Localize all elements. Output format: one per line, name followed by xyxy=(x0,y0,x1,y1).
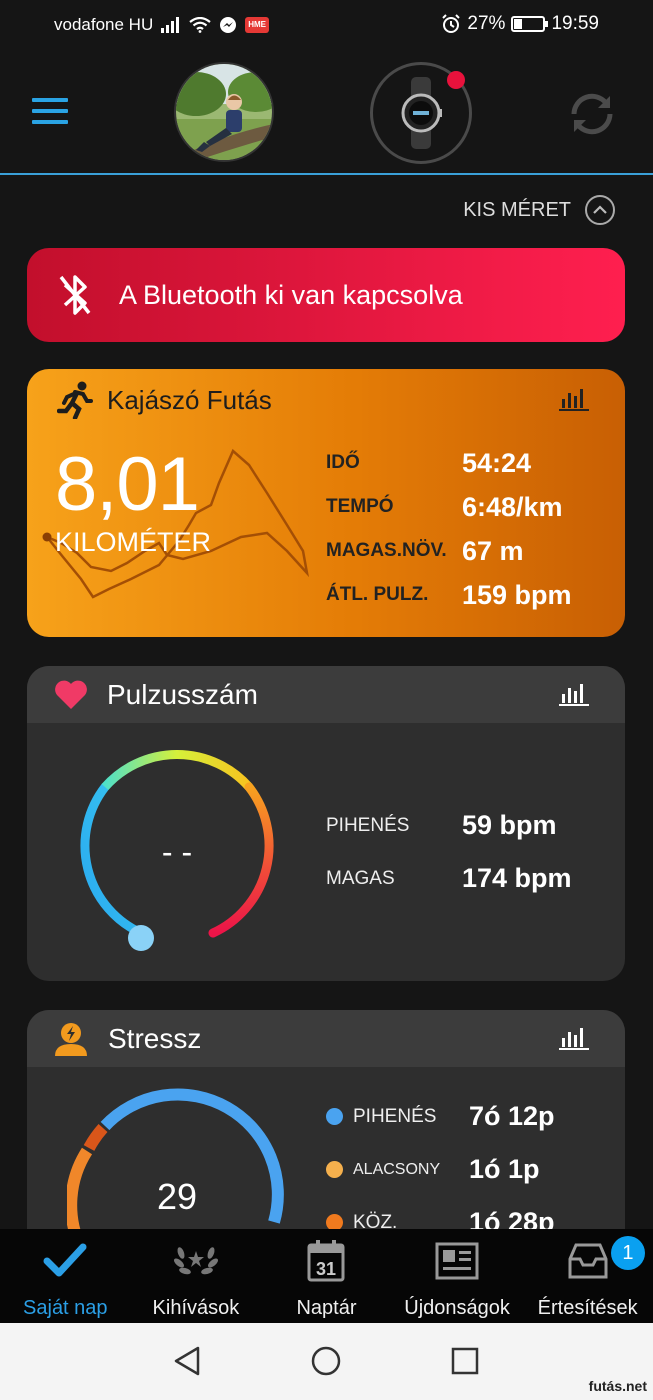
stat-label: IDŐ xyxy=(326,452,360,473)
nav-label: Újdonságok xyxy=(404,1297,510,1319)
nav-news[interactable]: Újdonságok xyxy=(392,1229,523,1323)
app-header xyxy=(0,50,653,175)
stress-value: 29 xyxy=(156,1176,198,1217)
inbox-icon xyxy=(566,1239,610,1283)
nav-label: Naptár xyxy=(296,1297,357,1319)
stat-value: 67 m xyxy=(462,535,524,566)
avatar[interactable] xyxy=(174,62,274,162)
stat-label: MAGAS.NÖV. xyxy=(326,540,447,561)
bluetooth-off-banner[interactable]: A Bluetooth ki van kapcsolva xyxy=(27,248,625,342)
card-size-toggle[interactable]: KIS MÉRET xyxy=(463,195,615,225)
nav-label: Saját nap xyxy=(23,1297,108,1319)
stat-value: 7ó 12p xyxy=(469,1101,555,1131)
status-bar-right: 27% 19:59 xyxy=(441,13,599,35)
activity-title: Kajászó Futás xyxy=(107,384,272,415)
heart-icon xyxy=(55,680,87,709)
activity-stats: IDŐ 54:24 TEMPÓ 6:48/km MAGAS.NÖV. 67 m ÁTL… xyxy=(326,441,572,617)
stat-value: 1ó 1p xyxy=(469,1154,540,1184)
stat-label: PIHENÉS xyxy=(326,814,410,836)
bottom-navigation: Saját nap Kihívások 31 Naptár Újdonságok… xyxy=(0,1229,653,1323)
watch-status-dot xyxy=(447,71,465,89)
watch-icon[interactable] xyxy=(370,62,472,164)
home-icon[interactable] xyxy=(310,1345,342,1377)
status-bar: vodafone HU HME 27% 19:59 xyxy=(0,0,653,50)
distance-value: 8,01 xyxy=(55,442,200,527)
battery-fill xyxy=(514,19,522,29)
system-nav-bar: futás.net xyxy=(0,1323,653,1400)
running-icon xyxy=(57,381,93,419)
bar-chart-icon[interactable] xyxy=(559,1026,589,1050)
app-screen: vodafone HU HME 27% 19:59 KIS MÉRET A Bl… xyxy=(0,0,653,1400)
stat-value: 54:24 xyxy=(462,447,532,478)
recents-icon[interactable] xyxy=(450,1345,480,1377)
checkmark-icon xyxy=(43,1239,87,1283)
hamburger-icon[interactable] xyxy=(32,98,68,126)
profile-photo xyxy=(176,64,272,160)
legend-dot xyxy=(326,1161,343,1178)
heart-rate-card[interactable]: Pulzusszám - - PIHENÉS 59 bpm MAGAS 174 … xyxy=(27,666,625,981)
back-icon[interactable] xyxy=(172,1345,202,1377)
battery-icon xyxy=(511,16,549,32)
stress-stats: PIHENÉS 7ó 12p ALACSONY 1ó 1p KÖZ. 1ó 28p xyxy=(326,1090,555,1249)
nav-my-day[interactable]: Saját nap xyxy=(0,1229,131,1323)
stat-row-elevation: MAGAS.NÖV. 67 m xyxy=(326,529,572,573)
stat-row-high: MAGAS 174 bpm xyxy=(326,852,572,905)
heart-rate-header: Pulzusszám xyxy=(27,666,625,723)
bluetooth-off-icon xyxy=(59,275,91,315)
nav-label: Értesítések xyxy=(537,1297,638,1319)
chevron-up-icon xyxy=(585,195,615,225)
stat-row-avg-hr: ÁTL. PULZ. 159 bpm xyxy=(326,573,572,617)
clock: 19:59 xyxy=(551,13,599,34)
laurel-icon xyxy=(173,1239,219,1283)
stress-icon xyxy=(55,1022,87,1056)
legend-dot xyxy=(326,1108,343,1125)
card-size-label: KIS MÉRET xyxy=(463,198,571,221)
signal-icon xyxy=(161,17,180,33)
stat-label: ALACSONY xyxy=(353,1160,441,1178)
wifi-icon xyxy=(189,17,211,33)
stat-row-time: IDŐ 54:24 xyxy=(326,441,572,485)
stat-row-resting: PIHENÉS 59 bpm xyxy=(326,799,572,852)
stat-label: TEMPÓ xyxy=(326,496,394,517)
stat-row-pace: TEMPÓ 6:48/km xyxy=(326,485,572,529)
activity-header: Kajászó Futás xyxy=(57,381,272,419)
heart-rate-stats: PIHENÉS 59 bpm MAGAS 174 bpm xyxy=(326,799,572,905)
calendar-icon: 31 xyxy=(306,1239,346,1283)
messenger-icon xyxy=(220,17,237,33)
activity-card[interactable]: Kajászó Futás 8,01 KILOMÉTER IDŐ 54:24 TE… xyxy=(27,369,625,637)
sync-icon[interactable] xyxy=(566,88,618,140)
newspaper-icon xyxy=(435,1239,479,1283)
stat-row-rest: PIHENÉS 7ó 12p xyxy=(326,1090,555,1143)
nav-notifications[interactable]: Értesítések 1 xyxy=(522,1229,653,1323)
watermark: futás.net xyxy=(588,1378,647,1394)
stat-label: PIHENÉS xyxy=(353,1105,437,1127)
bar-chart-icon[interactable] xyxy=(559,682,589,706)
stat-row-low: ALACSONY 1ó 1p xyxy=(326,1143,555,1196)
nav-challenges[interactable]: Kihívások xyxy=(131,1229,262,1323)
stat-label: MAGAS xyxy=(326,867,395,889)
stat-value: 159 bpm xyxy=(462,579,572,610)
nav-calendar[interactable]: 31 Naptár xyxy=(261,1229,392,1323)
alarm-icon xyxy=(442,14,461,33)
stat-value: 59 bpm xyxy=(462,810,557,840)
bluetooth-banner-text: A Bluetooth ki van kapcsolva xyxy=(119,279,463,310)
battery-percent: 27% xyxy=(467,13,506,34)
stress-title: Stressz xyxy=(108,1022,202,1054)
nav-label: Kihívások xyxy=(152,1297,240,1319)
bar-chart-icon[interactable] xyxy=(559,387,589,411)
status-bar-left: vodafone HU HME xyxy=(54,15,270,35)
carrier-label: vodafone HU xyxy=(54,15,154,34)
current-heart-rate: - - xyxy=(161,834,193,870)
stat-value: 6:48/km xyxy=(462,491,563,522)
stat-label: ÁTL. PULZ. xyxy=(326,584,429,605)
stat-value: 174 bpm xyxy=(462,863,572,893)
hme-badge: HME xyxy=(245,17,270,33)
notification-badge: 1 xyxy=(610,1236,645,1270)
stress-header: Stressz xyxy=(27,1010,625,1067)
heart-rate-title: Pulzusszám xyxy=(107,678,258,710)
calendar-day: 31 xyxy=(316,1259,336,1279)
distance-unit: KILOMÉTER xyxy=(55,527,212,557)
